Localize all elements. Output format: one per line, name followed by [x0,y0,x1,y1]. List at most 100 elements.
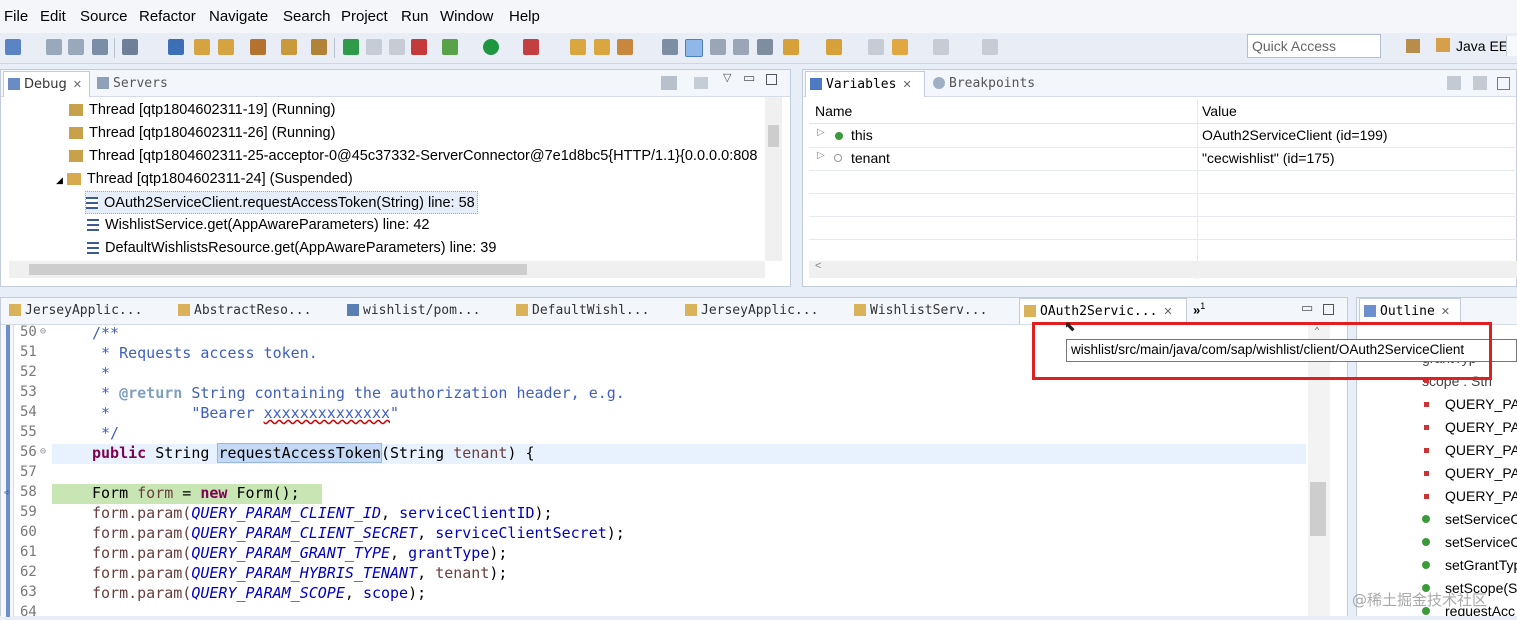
column-value[interactable]: Value [1202,103,1237,119]
close-icon[interactable]: ✕ [73,78,82,91]
open-project-icon[interactable] [594,39,610,55]
view-menu-icon[interactable]: ▽ [723,71,731,84]
back-icon[interactable] [892,39,908,55]
drop-frame-icon[interactable] [311,39,327,55]
outline-item[interactable]: QUERY_PA [1445,465,1517,481]
editor-tab[interactable]: WishlistServ... [850,298,1018,324]
terminate-icon[interactable] [389,39,405,55]
outline-item[interactable]: QUERY_PA [1445,442,1517,458]
build-icon[interactable] [122,39,138,55]
open-folder-icon[interactable] [570,39,586,55]
expand-arrow-icon[interactable]: ▷ [817,127,825,138]
thread-row[interactable]: Thread [qtp1804602311-25-acceptor-0@45c3… [69,145,765,168]
pilcrow-icon[interactable] [757,39,773,55]
editor-tab[interactable]: JerseyApplic... [681,298,849,324]
refresh-icon[interactable] [281,39,297,55]
menu-project[interactable]: Project [341,8,388,25]
skip-breakpoints-icon[interactable] [168,39,184,55]
debug-vertical-scrollbar[interactable] [765,97,782,261]
tab-variables[interactable]: Variables ✕ [805,71,925,97]
menu-navigate[interactable]: Navigate [209,8,268,25]
menu-help[interactable]: Help [509,8,540,25]
last-edit-icon[interactable] [868,39,884,55]
new-icon[interactable] [5,39,21,55]
scroll-thumb[interactable] [768,125,779,147]
scroll-thumb[interactable] [1310,482,1326,536]
variables-horizontal-scrollbar[interactable]: < [809,260,1517,278]
menu-source[interactable]: Source [80,8,128,25]
save-icon[interactable] [46,39,62,55]
tabs-overflow-button[interactable]: »1 [1193,301,1205,317]
prev-annotation-icon[interactable] [826,39,842,55]
close-icon[interactable]: ✕ [1163,305,1172,318]
menu-refactor[interactable]: Refactor [139,8,196,25]
save-all-icon[interactable] [68,39,84,55]
minimize-icon[interactable]: ▭ [1301,300,1313,316]
thread-row[interactable]: Thread [qtp1804602311-19] (Running) [69,99,335,122]
outline-item[interactable]: setServiceC [1445,534,1517,550]
editor-tab[interactable]: AbstractReso... [174,298,342,324]
mark-icon[interactable] [218,39,234,55]
menu-file[interactable]: File [4,8,28,25]
java-ee-perspective[interactable]: Java EE [1456,38,1508,54]
maximize-icon[interactable] [1323,304,1334,315]
tab-debug[interactable]: Debug ✕ [3,71,90,97]
collapse-all-icon[interactable] [1473,76,1487,90]
fold-icon[interactable]: ⊖ [40,326,46,337]
thread-row-suspended[interactable]: ◢ Thread [qtp1804602311-24] (Suspended) [56,168,353,191]
outline-item[interactable]: QUERY_PA [1445,396,1517,412]
variable-row[interactable]: ▷ tenant "cecwishlist" (id=175) [809,147,1517,171]
editor-tab[interactable]: DefaultWishl... [512,298,680,324]
annotation-icon[interactable] [662,39,678,55]
editor-tab[interactable]: JerseyApplic... [5,298,172,324]
outline-item[interactable]: QUERY_PA [1445,488,1517,504]
outline-item[interactable]: setServiceC [1445,511,1517,527]
stack-frame[interactable]: WishlistService.get(AppAwareParameters) … [87,214,430,237]
search-icon[interactable] [617,39,633,55]
show-whitespace-icon[interactable] [733,39,749,55]
block-selection-icon[interactable] [710,39,726,55]
print-icon[interactable] [92,39,108,55]
layout-icon[interactable] [1497,77,1510,90]
run-icon[interactable] [483,39,499,55]
scroll-left-icon[interactable]: < [815,260,821,272]
column-name[interactable]: Name [815,103,852,119]
menu-edit[interactable]: Edit [40,8,66,25]
editor-tab-active[interactable]: OAuth2Servic... ✕ [1019,298,1187,324]
menu-search[interactable]: Search [283,8,331,25]
maximize-icon[interactable] [766,74,777,85]
thread-row[interactable]: Thread [qtp1804602311-26] (Running) [69,122,335,145]
close-icon[interactable]: ✕ [902,78,911,91]
menu-run[interactable]: Run [401,8,429,25]
menu-window[interactable]: Window [440,8,493,25]
tab-outline[interactable]: Outline ✕ [1359,298,1461,324]
expand-arrow-icon[interactable]: ▷ [817,150,825,161]
remove-terminated-icon[interactable] [661,76,677,90]
fold-icon[interactable]: ⊖ [40,446,46,457]
suspend-icon[interactable] [366,39,382,55]
outline-item[interactable]: setGrantTyp [1445,557,1517,573]
forward-icon[interactable] [933,39,949,55]
stack-frame[interactable]: DefaultWishlistsResource.get(AppAwarePar… [87,237,496,260]
variable-row[interactable]: ▷ this OAuth2ServiceClient (id=199) [809,124,1517,148]
open-type-icon[interactable] [250,39,266,55]
scroll-thumb[interactable] [29,264,527,275]
disconnect-icon[interactable] [411,39,427,55]
debug-icon[interactable] [442,39,458,55]
close-icon[interactable]: ✕ [1441,305,1450,318]
launch-icon[interactable] [694,77,708,89]
quick-access-input[interactable]: Quick Access [1247,34,1381,58]
highlight-icon[interactable] [685,39,703,57]
show-type-names-icon[interactable] [1447,76,1461,90]
tab-breakpoints[interactable]: Breakpoints [929,71,1049,97]
minimize-icon[interactable]: ▭ [743,70,755,86]
editor-tab[interactable]: wishlist/pom... [343,298,511,324]
debug-horizontal-scrollbar[interactable] [9,261,765,278]
open-perspective-icon[interactable] [1406,39,1420,53]
resume-icon[interactable] [343,39,359,55]
pin-icon[interactable] [982,39,998,55]
stack-frame-selected[interactable]: OAuth2ServiceClient.requestAccessToken(S… [85,191,478,214]
run-external-icon[interactable] [523,39,539,55]
outline-item[interactable]: QUERY_PA [1445,419,1517,435]
expand-arrow-icon[interactable]: ◢ [56,175,63,185]
